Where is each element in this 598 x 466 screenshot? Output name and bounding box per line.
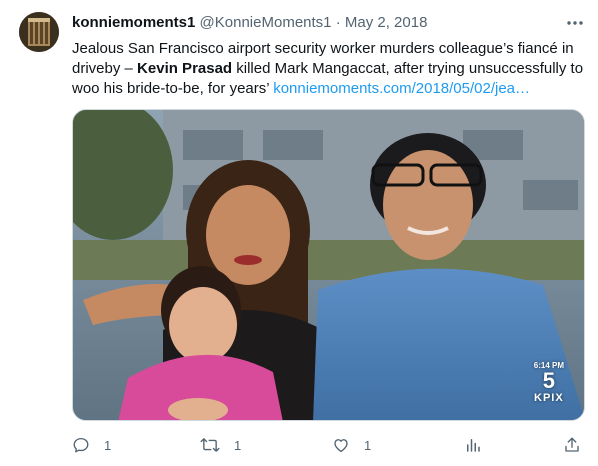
tweet-actions-bar: 1 1 1 xyxy=(72,432,587,458)
retweet-icon xyxy=(200,438,220,452)
like-button[interactable]: 1 xyxy=(332,432,371,458)
tweet-media-photo[interactable]: 6:14 PM 5 KPIX xyxy=(72,109,585,421)
display-name[interactable]: konniemoments1 xyxy=(72,14,195,31)
views-icon xyxy=(467,439,480,452)
retweet-count: 1 xyxy=(234,437,242,453)
views-button[interactable] xyxy=(464,432,482,458)
header-separator: · xyxy=(335,14,341,31)
share-button[interactable] xyxy=(563,432,581,458)
reply-icon xyxy=(73,437,89,453)
like-icon xyxy=(334,439,348,453)
avatar-image xyxy=(19,12,59,52)
share-icon xyxy=(565,437,579,452)
tweet-text: Jealous San Francisco airport security w… xyxy=(72,39,587,99)
photo-image xyxy=(73,110,584,420)
reply-button[interactable]: 1 xyxy=(72,432,111,458)
user-handle[interactable]: @KonnieMoments1 xyxy=(200,14,332,31)
station-watermark: 6:14 PM 5 KPIX xyxy=(534,361,564,404)
more-horizontal-icon xyxy=(567,21,583,25)
watermark-channel: 5 xyxy=(542,368,555,393)
like-count: 1 xyxy=(364,437,372,453)
retweet-button[interactable]: 1 xyxy=(200,432,241,458)
tweet-header: konniemoments1 @KonnieMoments1 · May 2, … xyxy=(72,13,427,33)
tweet-date[interactable]: May 2, 2018 xyxy=(345,14,428,31)
tweet-card[interactable]: konniemoments1 @KonnieMoments1 · May 2, … xyxy=(0,0,598,466)
watermark-callsign: KPIX xyxy=(534,392,564,404)
tweet-link[interactable]: konniemoments.com/2018/05/02/jea… xyxy=(273,80,530,97)
more-options-button[interactable] xyxy=(564,12,586,34)
tweet-text-bold: Kevin Prasad xyxy=(137,60,233,77)
reply-count: 1 xyxy=(104,437,112,453)
avatar[interactable] xyxy=(19,12,59,52)
